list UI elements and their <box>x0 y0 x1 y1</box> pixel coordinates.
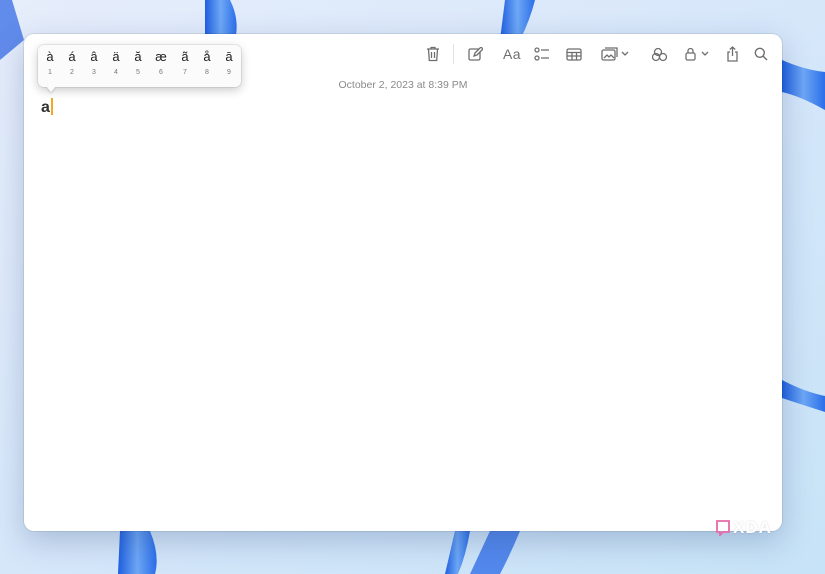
accent-option-8[interactable]: å 8 <box>196 48 218 84</box>
accent-char: æ <box>155 49 167 64</box>
accent-shortcut-number: 7 <box>183 69 187 76</box>
accent-option-9[interactable]: ā 9 <box>218 48 240 84</box>
lock-chevron-down-icon[interactable] <box>701 44 709 64</box>
media-icon[interactable] <box>600 44 620 64</box>
accent-shortcut-number: 3 <box>92 69 96 76</box>
trash-icon[interactable] <box>425 44 441 64</box>
accent-shortcut-number: 9 <box>227 69 231 76</box>
compose-icon[interactable] <box>467 44 483 64</box>
accent-shortcut-number: 1 <box>48 69 52 76</box>
accent-option-5[interactable]: ă 5 <box>127 48 149 84</box>
format-text-icon[interactable]: Aa <box>501 44 523 64</box>
accent-shortcut-number: 8 <box>205 69 209 76</box>
xda-logo-icon <box>716 520 730 536</box>
note-body-text: a <box>41 99 50 116</box>
text-caret <box>50 98 53 115</box>
accent-char: à <box>46 49 54 64</box>
accent-option-3[interactable]: â 3 <box>83 48 105 84</box>
table-icon[interactable] <box>566 44 582 64</box>
accent-char: ã <box>181 49 189 64</box>
accent-char: å <box>203 49 211 64</box>
accent-option-4[interactable]: ä 4 <box>105 48 127 84</box>
collaborate-icon[interactable] <box>652 44 668 64</box>
accent-option-6[interactable]: æ 6 <box>150 48 172 84</box>
chevron-down-icon[interactable] <box>621 44 629 64</box>
accent-shortcut-number: 2 <box>70 69 74 76</box>
checklist-icon[interactable] <box>534 44 550 64</box>
accent-option-7[interactable]: ã 7 <box>174 48 196 84</box>
accent-shortcut-number: 4 <box>114 69 118 76</box>
accent-char: á <box>68 49 76 64</box>
accent-char: ä <box>112 49 120 64</box>
accent-option-2[interactable]: á 2 <box>61 48 83 84</box>
accent-char: ā <box>225 49 233 64</box>
accent-shortcut-number: 5 <box>136 69 140 76</box>
lock-icon[interactable] <box>684 44 696 64</box>
accent-option-1[interactable]: à 1 <box>39 48 61 84</box>
search-icon[interactable] <box>754 44 768 64</box>
xda-watermark: XDA <box>716 517 772 539</box>
notes-window: Aa October 2, 2023 at 8:39 PM a <box>24 34 782 531</box>
accent-char: ă <box>134 49 142 64</box>
note-editor[interactable]: a <box>41 98 53 117</box>
share-icon[interactable] <box>725 44 739 64</box>
watermark-text: XDA <box>733 518 772 537</box>
accent-character-popup: à 1 á 2 â 3 ä 4 ă 5 æ 6 ã 7 å 8 ā 9 <box>38 45 241 92</box>
format-text-label: Aa <box>502 46 522 62</box>
toolbar-separator <box>453 44 454 64</box>
popup-pointer <box>46 86 56 92</box>
accent-shortcut-number: 6 <box>159 69 163 76</box>
accent-char: â <box>90 49 98 64</box>
